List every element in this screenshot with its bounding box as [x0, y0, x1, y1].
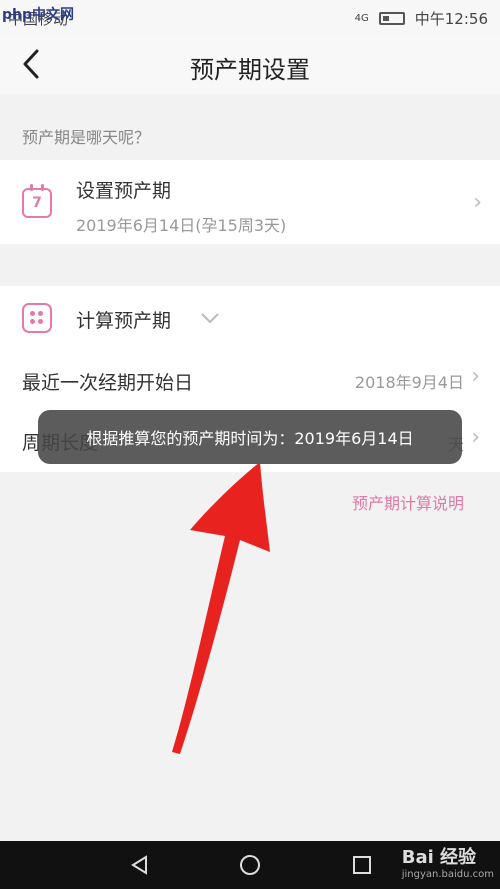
system-nav-bar: Bai 经验 jingyan.baidu.com	[0, 841, 500, 889]
circle-home-icon	[240, 855, 260, 875]
red-arrow-annotation	[172, 462, 270, 754]
nav-home-button[interactable]	[236, 851, 264, 879]
baidu-jingyan-watermark: Bai 经验 jingyan.baidu.com	[402, 843, 494, 880]
baidu-logo-text: Bai 经验	[401, 847, 477, 868]
square-recents-icon	[353, 856, 371, 874]
triangle-back-icon	[131, 855, 147, 875]
baidu-url: jingyan.baidu.com	[401, 869, 494, 880]
nav-recents-button[interactable]	[348, 851, 376, 879]
nav-back-button[interactable]	[126, 851, 154, 879]
